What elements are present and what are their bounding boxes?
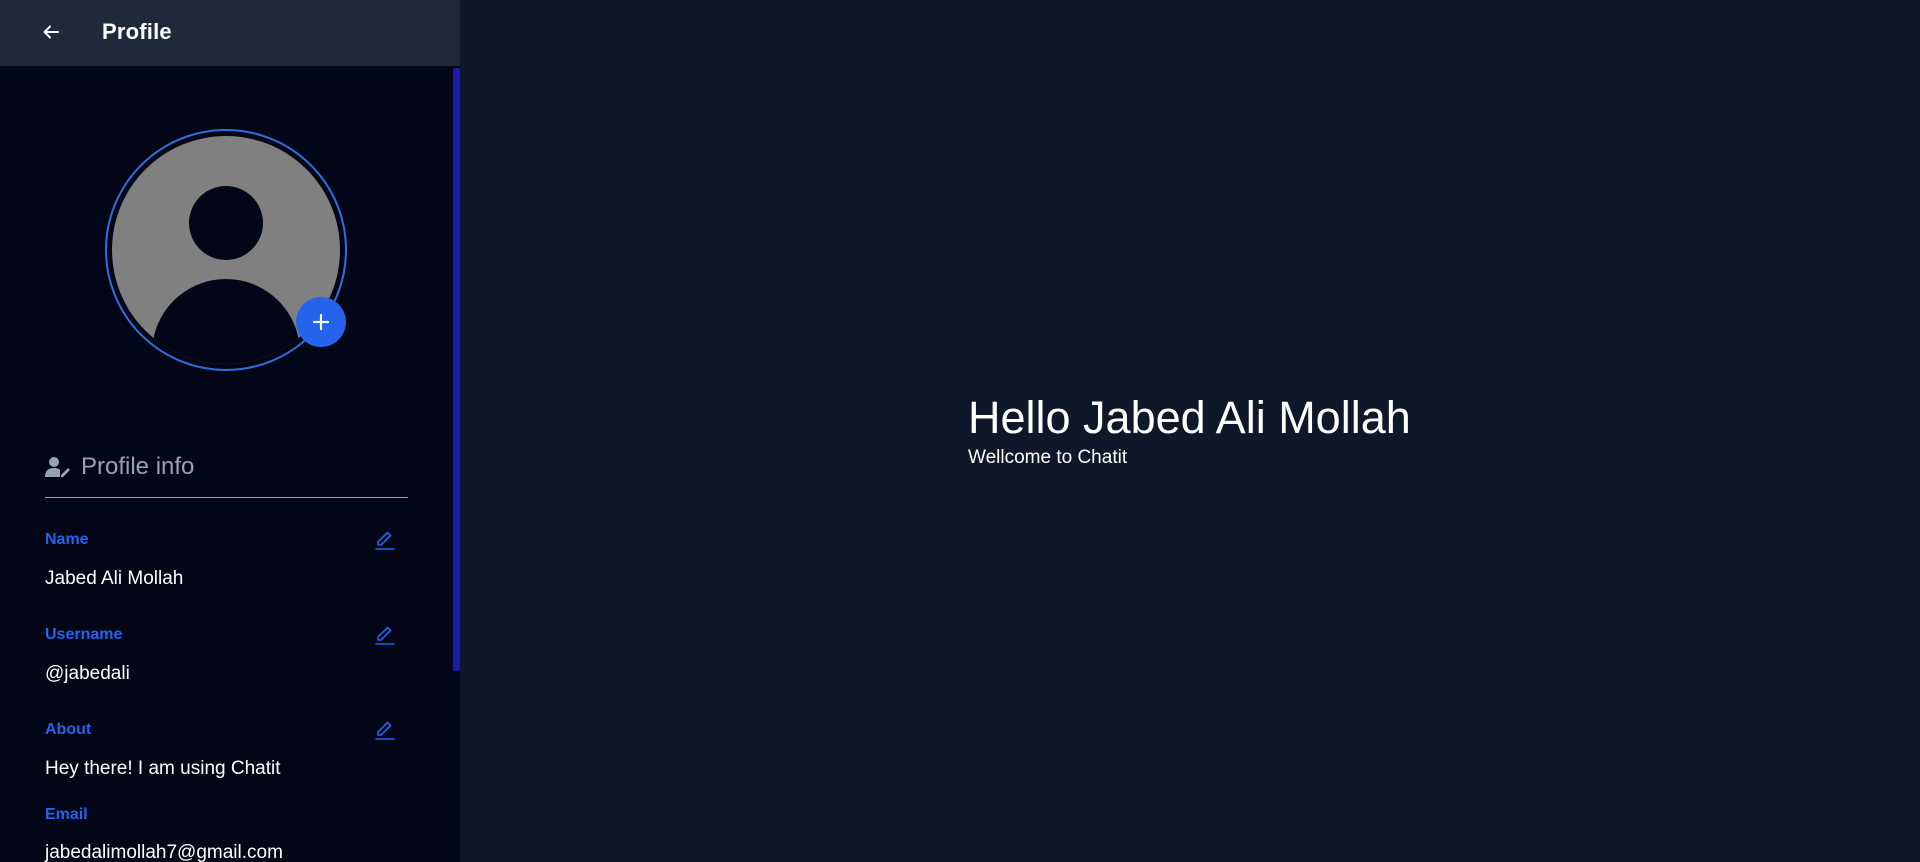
username-label: Username: [45, 626, 123, 643]
back-button[interactable]: [36, 16, 66, 48]
edit-username-button[interactable]: [373, 623, 397, 647]
avatar-body-shape: [152, 279, 300, 364]
welcome-text: Wellcome to Chatit: [968, 447, 1128, 468]
user-edit-icon: [45, 457, 70, 477]
sidebar-header: Profile: [0, 0, 460, 66]
greeting-heading: Hello Jabed Ali Mollah: [968, 392, 1411, 443]
about-value: Hey there! I am using Chatit: [45, 758, 281, 779]
sidebar-scrollbar[interactable]: [453, 68, 460, 671]
name-label: Name: [45, 531, 89, 548]
email-value: jabedalimollah7@gmail.com: [45, 842, 283, 862]
name-value: Jabed Ali Mollah: [45, 568, 184, 589]
avatar-head-shape: [189, 186, 263, 260]
username-value: @jabedali: [45, 663, 130, 684]
arrow-left-icon: [43, 25, 59, 39]
email-label: Email: [45, 806, 88, 823]
app-window: Profile Profile info Name Jabed Ali Moll…: [0, 0, 1920, 862]
main-panel: Hello Jabed Ali Mollah Wellcome to Chati…: [460, 0, 1920, 862]
divider: [45, 497, 408, 498]
pencil-icon: [375, 531, 395, 550]
add-photo-button[interactable]: [296, 297, 346, 347]
profile-sidebar: Profile Profile info Name Jabed Ali Moll…: [0, 0, 460, 862]
edit-about-button[interactable]: [373, 718, 397, 742]
plus-icon: [312, 313, 330, 331]
pencil-icon: [375, 626, 395, 645]
profile-info-title: Profile info: [81, 453, 195, 480]
edit-name-button[interactable]: [373, 528, 397, 552]
page-title: Profile: [102, 19, 172, 44]
about-label: About: [45, 721, 92, 738]
profile-info-heading: Profile info: [45, 453, 194, 481]
pencil-icon: [375, 721, 395, 740]
